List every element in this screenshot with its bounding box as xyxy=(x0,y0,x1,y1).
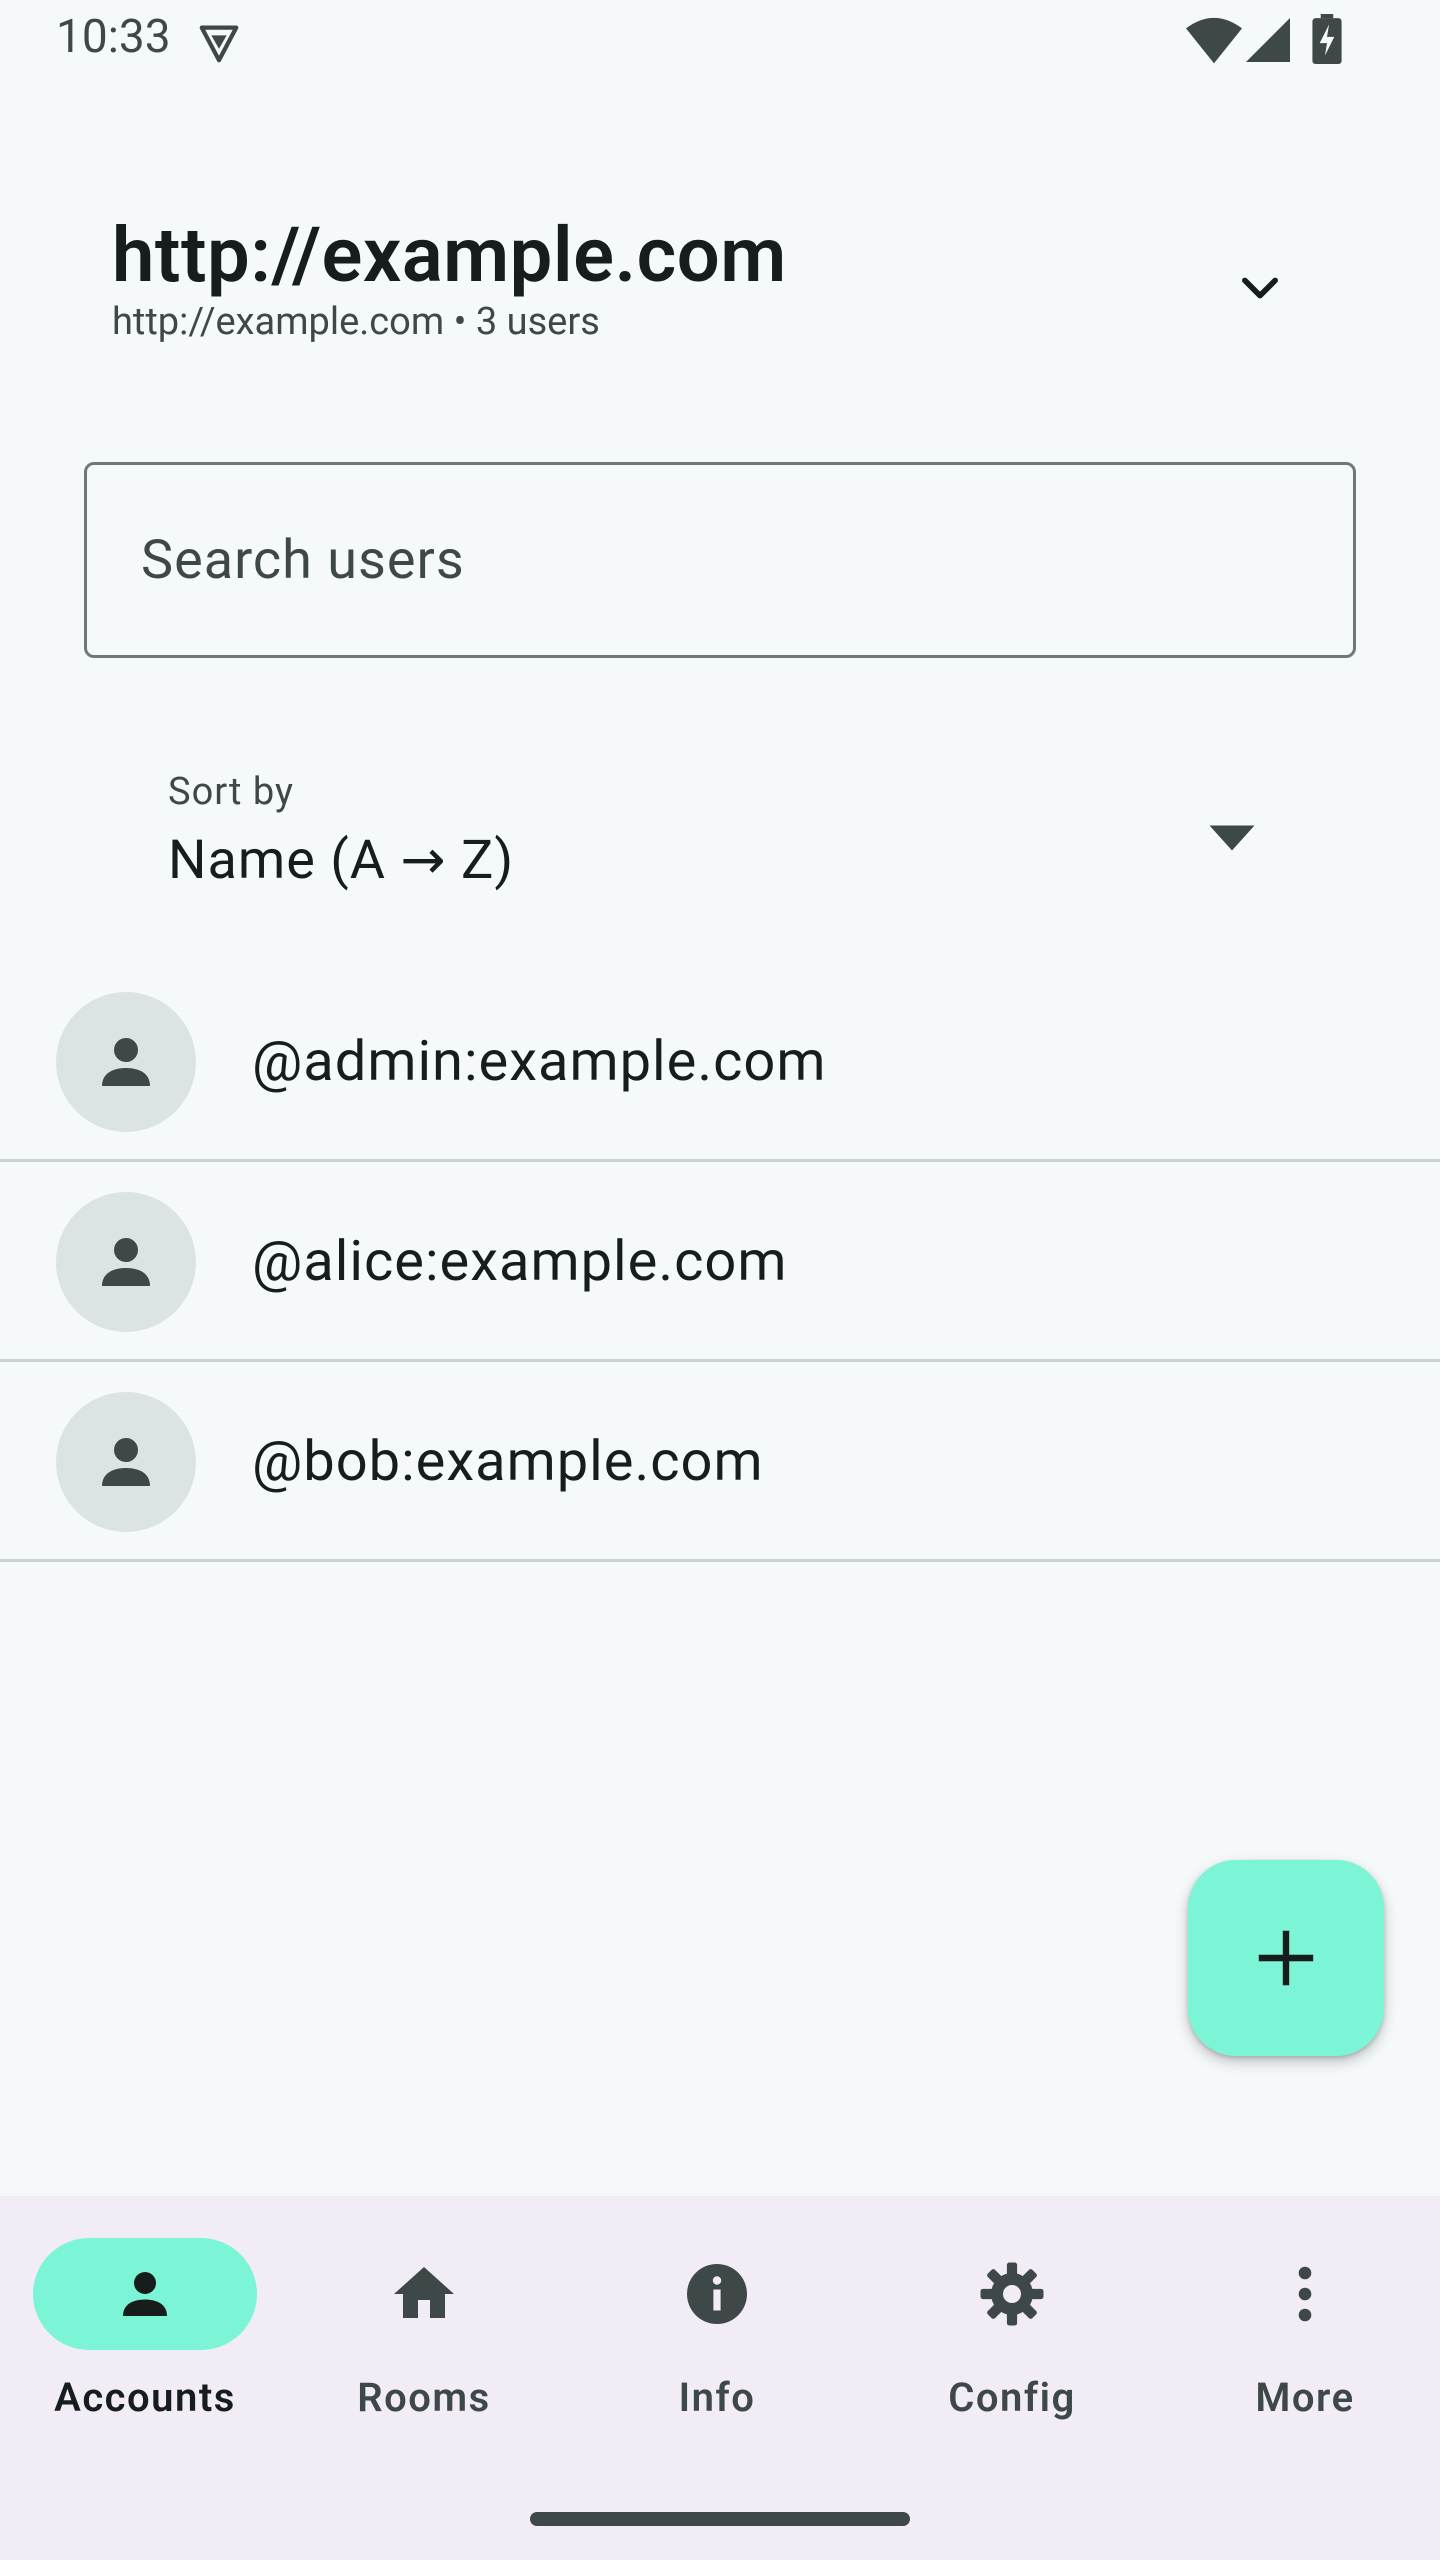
nav-item-config[interactable]: Config xyxy=(867,2238,1157,2438)
status-time: 10:33 xyxy=(56,10,171,64)
sort-dropdown[interactable]: Sort by Name (A → Z) xyxy=(84,740,1356,920)
nav-indicator xyxy=(1193,2238,1417,2350)
gear-icon xyxy=(980,2262,1044,2326)
nav-indicator xyxy=(605,2238,829,2350)
person-icon xyxy=(102,1438,150,1486)
app-screen: 10:33 http://example.com http://example.… xyxy=(0,0,1440,2560)
user-name: @alice:example.com xyxy=(252,1228,788,1294)
avatar xyxy=(56,1392,196,1532)
status-bar: 10:33 xyxy=(0,0,1440,82)
add-user-button[interactable] xyxy=(1188,1860,1384,2056)
nav-label: Accounts xyxy=(54,2374,236,2421)
server-switch-button[interactable] xyxy=(1220,248,1300,328)
sort-value: Name (A → Z) xyxy=(168,829,515,892)
person-icon xyxy=(123,2272,167,2316)
search-input[interactable] xyxy=(87,465,1353,655)
avatar xyxy=(56,1192,196,1332)
chevron-down-icon xyxy=(1242,277,1278,299)
home-icon xyxy=(394,2267,454,2318)
user-name: @bob:example.com xyxy=(252,1428,764,1494)
user-name: @admin:example.com xyxy=(252,1028,827,1094)
wifi-icon xyxy=(1186,17,1242,64)
person-icon xyxy=(102,1238,150,1286)
battery-charging-icon xyxy=(1312,14,1342,64)
plus-icon xyxy=(1258,1930,1314,1986)
server-header: http://example.com http://example.com • … xyxy=(0,180,1440,370)
user-row[interactable]: @admin:example.com xyxy=(0,962,1440,1162)
nav-item-more[interactable]: More xyxy=(1160,2238,1440,2438)
dropdown-arrow-icon xyxy=(1209,825,1255,851)
home-gesture-bar[interactable] xyxy=(530,2512,910,2526)
vpn-shield-icon xyxy=(199,25,239,63)
avatar xyxy=(56,992,196,1132)
nav-label: More xyxy=(1255,2374,1355,2421)
nav-label: Info xyxy=(678,2374,756,2421)
nav-item-info[interactable]: Info xyxy=(572,2238,862,2438)
nav-indicator xyxy=(312,2238,536,2350)
nav-label: Rooms xyxy=(357,2374,491,2421)
user-row[interactable]: @bob:example.com xyxy=(0,1362,1440,1562)
sort-label: Sort by xyxy=(168,770,295,814)
person-icon xyxy=(102,1038,150,1086)
server-subtitle: http://example.com • 3 users xyxy=(112,300,600,344)
nav-indicator xyxy=(900,2238,1124,2350)
nav-label: Config xyxy=(948,2374,1076,2421)
nav-item-rooms[interactable]: Rooms xyxy=(279,2238,569,2438)
more-vertical-icon xyxy=(1298,2266,1312,2322)
server-title: http://example.com xyxy=(112,210,787,300)
info-icon xyxy=(687,2264,747,2324)
user-list: @admin:example.com @alice:example.com @b… xyxy=(0,962,1440,1562)
bottom-navigation: Accounts Rooms Info Config More xyxy=(0,2196,1440,2560)
signal-icon xyxy=(1246,18,1290,62)
search-field[interactable] xyxy=(84,462,1356,658)
nav-indicator xyxy=(33,2238,257,2350)
user-row[interactable]: @alice:example.com xyxy=(0,1162,1440,1362)
nav-item-accounts[interactable]: Accounts xyxy=(0,2238,290,2438)
